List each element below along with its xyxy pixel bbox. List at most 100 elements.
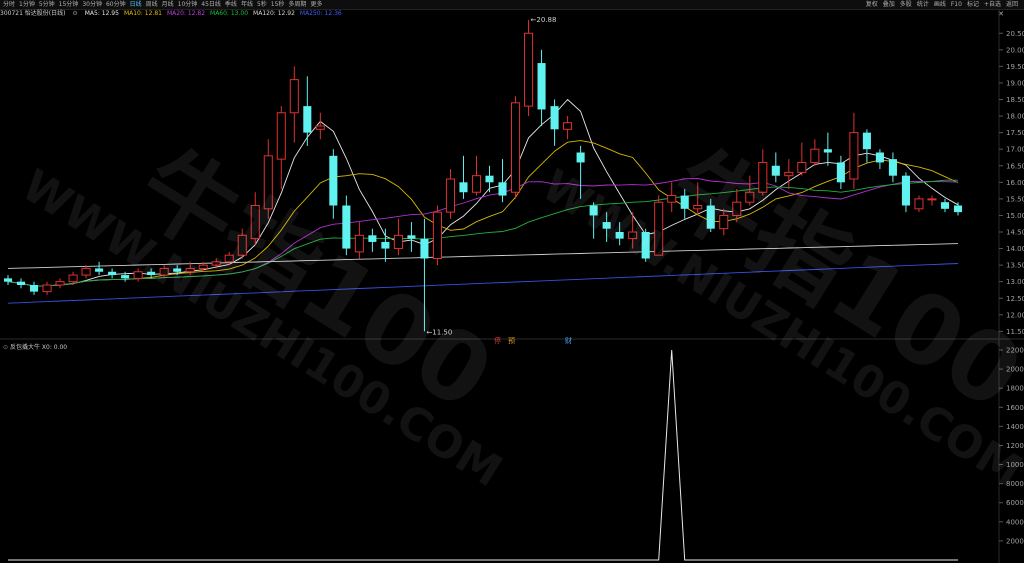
price-tick-label: 20.50 [1006,30,1024,38]
candle-body [250,205,260,240]
candle-body [459,182,468,193]
ind-tick-label: 8000 [1006,480,1024,488]
candle-body [276,112,286,160]
candle-body [68,274,78,283]
candle-body [342,205,351,249]
candle-body [667,195,677,203]
candle-body [16,281,26,285]
candle-body [3,278,13,282]
candle-body [862,132,871,150]
candle-body [445,178,456,213]
candle-body [576,152,585,163]
indicator-legend: ⊙ 反包撬大牛 X0: 0.00 [3,344,67,352]
high-annotation: ←20.88 [531,16,557,24]
candle-body [108,271,117,276]
candle-body [121,275,130,279]
ind-tick-label: 20000 [1006,366,1024,374]
ind-tick-label: 10000 [1006,461,1024,469]
indicator-line [8,349,958,561]
price-tick-label: 20.00 [1006,46,1024,54]
candle-body [849,132,859,180]
candle-body [420,238,429,259]
price-tick-label: 13.50 [1006,262,1024,270]
price-tick-label: 15.00 [1006,212,1024,220]
candle-body [732,201,742,216]
candle-body [393,234,403,250]
price-tick-label: 17.00 [1006,146,1024,154]
candle-body [173,268,182,272]
candle-body [303,106,312,133]
candle-body [680,195,689,209]
candle-body [784,171,794,177]
low-annotation: ←11.50 [426,328,452,336]
candle-body [823,149,832,153]
candle-body [940,202,950,209]
price-tick-label: 19.50 [1006,63,1024,71]
candle-body [589,205,598,216]
price-tick-label: 16.00 [1006,179,1024,187]
ma-line-0 [7,98,959,287]
candle-body [914,198,924,210]
candle-body [432,211,442,259]
indicator-label: 反包撬大牛 [9,344,40,351]
price-tick-label: 18.00 [1006,113,1024,121]
candle-body [485,175,494,183]
ind-tick-label: 18000 [1006,385,1024,393]
candle-body [133,271,143,279]
candle-body [602,222,611,229]
candle-body [719,214,729,230]
ind-tick-label: 12000 [1006,442,1024,450]
indicator-icon: ⊙ [3,344,9,351]
candle-body [537,63,546,110]
candle-body [42,284,52,293]
candle-body [654,201,664,256]
ind-tick-label: 22000 [1006,347,1024,355]
ind-tick-label: 2000 [1006,537,1024,545]
candle-body [628,231,638,240]
price-tick-label: 12.50 [1006,295,1024,303]
candle-body [147,271,156,276]
candle-body [289,79,299,114]
candle-body [810,148,820,163]
candle-body [953,205,963,213]
indicator-value: X0: 0.00 [41,344,68,351]
candle-body [159,267,169,276]
candle-body [224,254,234,263]
candle-body [511,102,521,193]
price-tick-label: 14.50 [1006,229,1024,237]
candle-body [693,205,703,210]
event-marker-c: 财 [565,336,572,345]
candle-body [315,125,325,130]
ind-tick-label: 4000 [1006,518,1024,526]
kline-chart[interactable]: 20.50 20.00 19.50 19.00 18.50 18.00 17.50 17.00… [0,0,1024,563]
candle-body [237,234,247,256]
candle-body [185,267,195,273]
candle-body [198,264,208,269]
ma-line-2 [7,178,959,287]
ind-tick-label: 16000 [1006,404,1024,412]
candle-body [836,162,845,183]
candle-body [81,267,91,276]
candle-body [745,191,755,203]
candle-body [927,198,937,201]
candle-body [29,285,39,292]
ind-tick-label: 14000 [1006,423,1024,431]
candle-body [563,122,573,130]
candle-body [263,155,273,210]
candle-body [498,182,507,196]
price-tick-label: 11.50 [1006,328,1024,336]
candle-body [95,268,104,272]
price-tick-label: 12.00 [1006,311,1024,319]
candle-body [55,281,65,286]
price-tick-label: 17.50 [1006,129,1024,137]
candle-body [381,241,390,249]
candle-body [329,155,338,206]
candle-body [550,106,559,130]
candle-body [615,232,624,239]
price-tick-label: 18.50 [1006,96,1024,104]
price-tick-label: 14.00 [1006,245,1024,253]
event-marker-a: 停 [494,336,501,345]
candle-body [211,261,221,266]
candle-body [524,32,534,107]
price-tick-label: 19.00 [1006,79,1024,87]
